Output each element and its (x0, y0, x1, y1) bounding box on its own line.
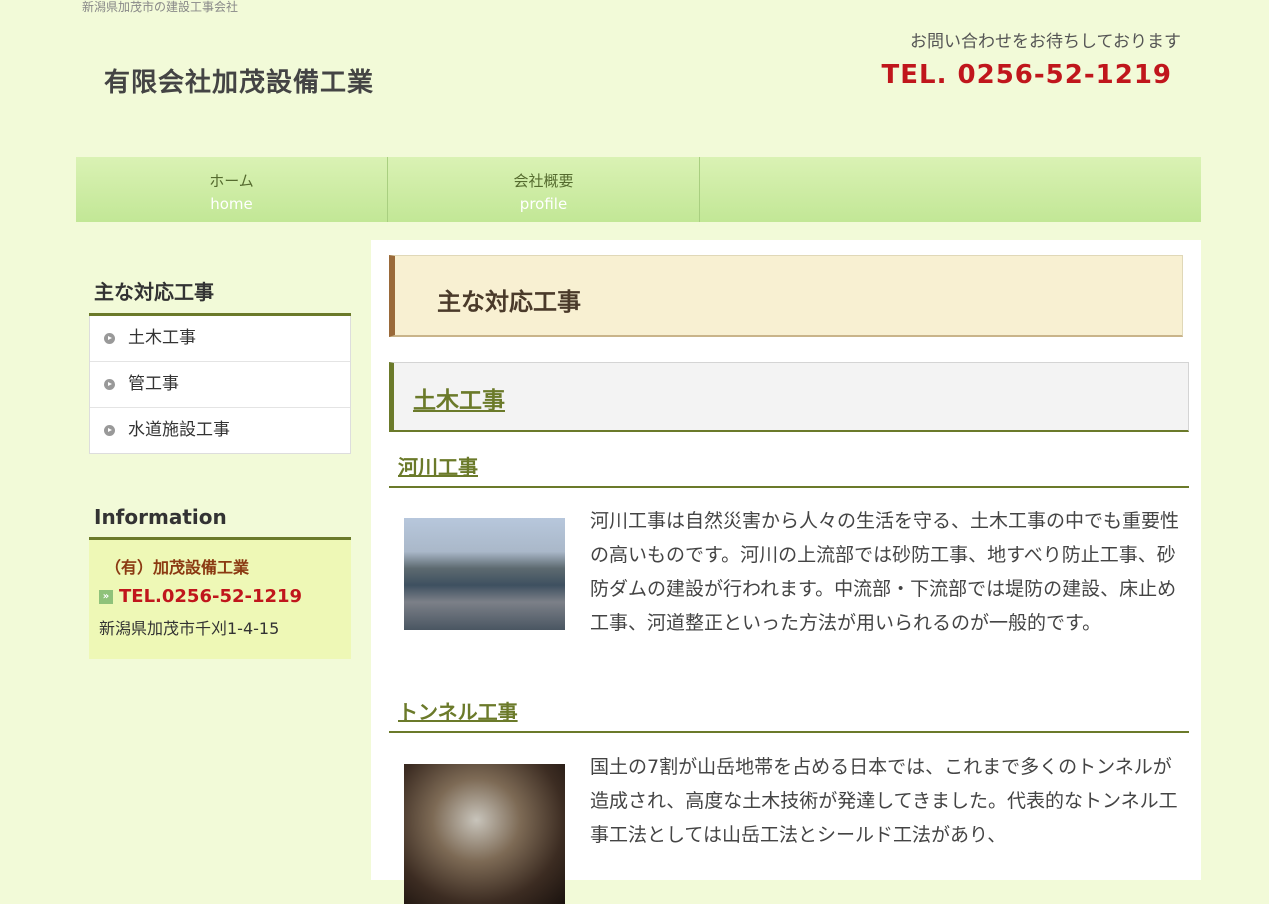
subsection-heading: トンネル工事 (389, 696, 1189, 733)
section-heading-link[interactable]: 土木工事 (413, 388, 505, 414)
info-tel[interactable]: » TEL.0256-52-1219 (99, 586, 341, 607)
river-construction-photo (404, 518, 565, 630)
site-title[interactable]: 有限会社加茂設備工業 (104, 62, 374, 99)
page-title: 主な対応工事 (389, 255, 1183, 337)
sidebar-menu: 土木工事 管工事 水道施設工事 (89, 316, 351, 454)
bullet-arrow-icon (104, 425, 115, 436)
sidebar: 主な対応工事 土木工事 管工事 水道施設工事 Information （有）加茂… (89, 270, 351, 659)
contact-message: お問い合わせをお待ちしております (910, 32, 1181, 52)
subsection-heading-link[interactable]: トンネル工事 (398, 700, 518, 724)
sidebar-item-kan[interactable]: 管工事 (90, 362, 350, 408)
bullet-arrow-icon (104, 333, 115, 344)
nav-label-ja: 会社概要 (513, 172, 574, 190)
info-address: 新潟県加茂市千刈1-4-15 (99, 619, 280, 638)
main-content: 主な対応工事 土木工事 河川工事 河川工事は自然災害から人々の生活を守る、土木工… (371, 240, 1201, 904)
nav-label-en: profile (519, 195, 568, 213)
info-box: （有）加茂設備工業 » TEL.0256-52-1219 新潟県加茂市千刈1-4… (89, 540, 351, 659)
global-nav: ホーム home 会社概要 profile (76, 157, 1201, 222)
info-tel-number: TEL.0256-52-1219 (119, 586, 303, 607)
tunnel-construction-photo (404, 764, 565, 904)
bullet-arrow-icon (104, 379, 115, 390)
subsection-text: 河川工事は自然災害から人々の生活を守る、土木工事の中でも重要性の高いものです。河… (590, 510, 1180, 634)
subsection-heading: 河川工事 (389, 451, 1189, 488)
info-company: （有）加茂設備工業 (105, 558, 250, 577)
subsection-text: 国土の7割が山岳地帯を占める日本では、これまで多くのトンネルが造成され、高度な土… (590, 756, 1178, 846)
subsection-heading-link[interactable]: 河川工事 (398, 455, 478, 479)
nav-label-ja: ホーム (209, 172, 254, 190)
section-heading: 土木工事 (389, 362, 1189, 432)
double-arrow-icon: » (99, 589, 113, 604)
nav-item-profile[interactable]: 会社概要 profile (388, 157, 700, 222)
nav-label-en: home (210, 195, 253, 213)
sidebar-item-doboku[interactable]: 土木工事 (90, 316, 350, 362)
sidebar-item-label: 土木工事 (128, 328, 196, 348)
sidebar-item-label: 水道施設工事 (128, 420, 230, 440)
tagline: 新潟県加茂市の建設工事会社 (82, 0, 239, 14)
sidebar-menu-heading: 主な対応工事 (89, 270, 351, 316)
sidebar-item-suido[interactable]: 水道施設工事 (90, 408, 350, 453)
header-tel[interactable]: TEL. 0256-52-1219 (882, 60, 1172, 90)
sidebar-item-label: 管工事 (128, 374, 179, 394)
info-heading: Information (89, 499, 351, 540)
nav-item-home[interactable]: ホーム home (76, 157, 388, 222)
